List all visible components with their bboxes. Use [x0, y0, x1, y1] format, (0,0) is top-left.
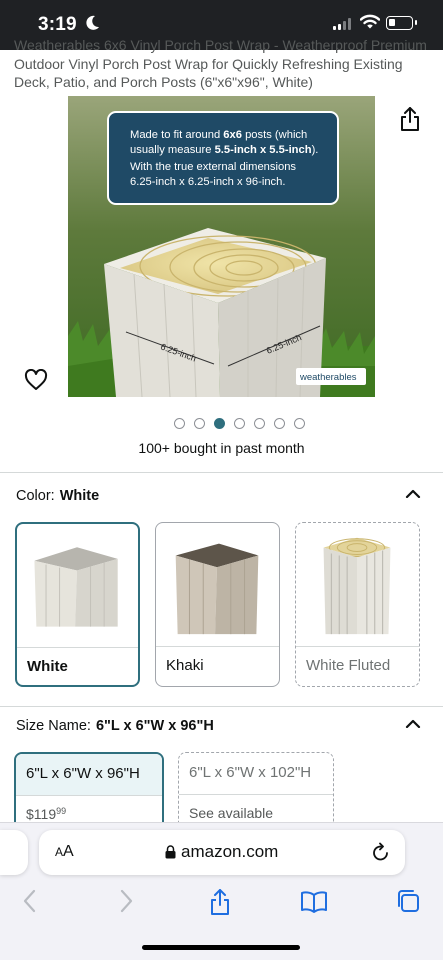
- size-option-subtext: See available: [189, 805, 274, 821]
- product-title: Weatherables 6x6 Vinyl Porch Post Wrap -…: [14, 37, 427, 90]
- divider: [0, 472, 443, 473]
- reload-icon[interactable]: [372, 842, 390, 862]
- battery-icon: [386, 16, 417, 30]
- tabs-icon[interactable]: [396, 889, 420, 913]
- address-bar[interactable]: AA amazon.com: [39, 830, 405, 875]
- url-domain: amazon.com: [181, 842, 279, 861]
- color-option-label: Khaki: [166, 657, 204, 674]
- back-icon[interactable]: [22, 888, 38, 914]
- carousel-dot[interactable]: [214, 418, 225, 429]
- size-option-96[interactable]: 6"L x 6"W x 96"H $11999: [14, 752, 164, 832]
- divider: [0, 706, 443, 707]
- bought-in-past-month: 100+ bought in past month: [138, 440, 305, 456]
- brand-logo: weatherables: [299, 372, 357, 383]
- color-label: Color: White: [16, 488, 100, 504]
- selected-color-value: White: [59, 488, 100, 504]
- size-option-price: $11999: [26, 806, 67, 822]
- color-option-white-fluted[interactable]: White Fluted: [295, 522, 420, 687]
- forward-icon[interactable]: [118, 888, 134, 914]
- image-carousel-dots[interactable]: [174, 418, 305, 429]
- khaki-post-thumbnail: [175, 543, 259, 635]
- carousel-dot[interactable]: [254, 418, 265, 429]
- color-option-white[interactable]: White: [15, 522, 140, 687]
- carousel-dot[interactable]: [294, 418, 305, 429]
- carousel-dot[interactable]: [234, 418, 245, 429]
- moon-icon: [86, 15, 99, 30]
- color-option-label: White Fluted: [306, 657, 391, 674]
- white-fluted-post-thumbnail: [323, 537, 391, 635]
- previous-tab-pill[interactable]: [0, 830, 28, 875]
- share-sheet-icon[interactable]: [208, 888, 232, 916]
- color-option-khaki[interactable]: Khaki: [155, 522, 280, 687]
- heart-icon[interactable]: [24, 369, 48, 391]
- selected-size-value: 6"L x 6"W x 96"H: [95, 718, 214, 734]
- carousel-dot[interactable]: [274, 418, 285, 429]
- product-image[interactable]: 6.25-inch 6.25-inch Made to fit around 6…: [68, 96, 375, 397]
- color-option-label: White: [27, 658, 68, 675]
- lock-icon: [165, 845, 176, 859]
- chevron-up-icon[interactable]: [405, 488, 421, 498]
- size-option-label: 6"L x 6"W x 102"H: [189, 764, 312, 781]
- status-time: 3:19: [38, 14, 77, 35]
- carousel-dot[interactable]: [174, 418, 185, 429]
- white-post-thumbnail: [34, 547, 118, 627]
- size-option-102[interactable]: 6"L x 6"W x 102"H See available: [178, 752, 334, 832]
- bookmarks-icon[interactable]: [300, 891, 328, 913]
- wifi-icon: [360, 14, 380, 29]
- chevron-up-icon[interactable]: [405, 718, 421, 728]
- home-indicator: [142, 945, 300, 950]
- carousel-dot[interactable]: [194, 418, 205, 429]
- text-size-button[interactable]: AA: [55, 843, 74, 861]
- size-option-label: 6"L x 6"W x 96"H: [16, 754, 162, 796]
- size-label: Size Name: 6"L x 6"W x 96"H: [16, 718, 214, 734]
- share-icon[interactable]: [398, 106, 422, 132]
- cellular-signal-icon: [333, 18, 351, 30]
